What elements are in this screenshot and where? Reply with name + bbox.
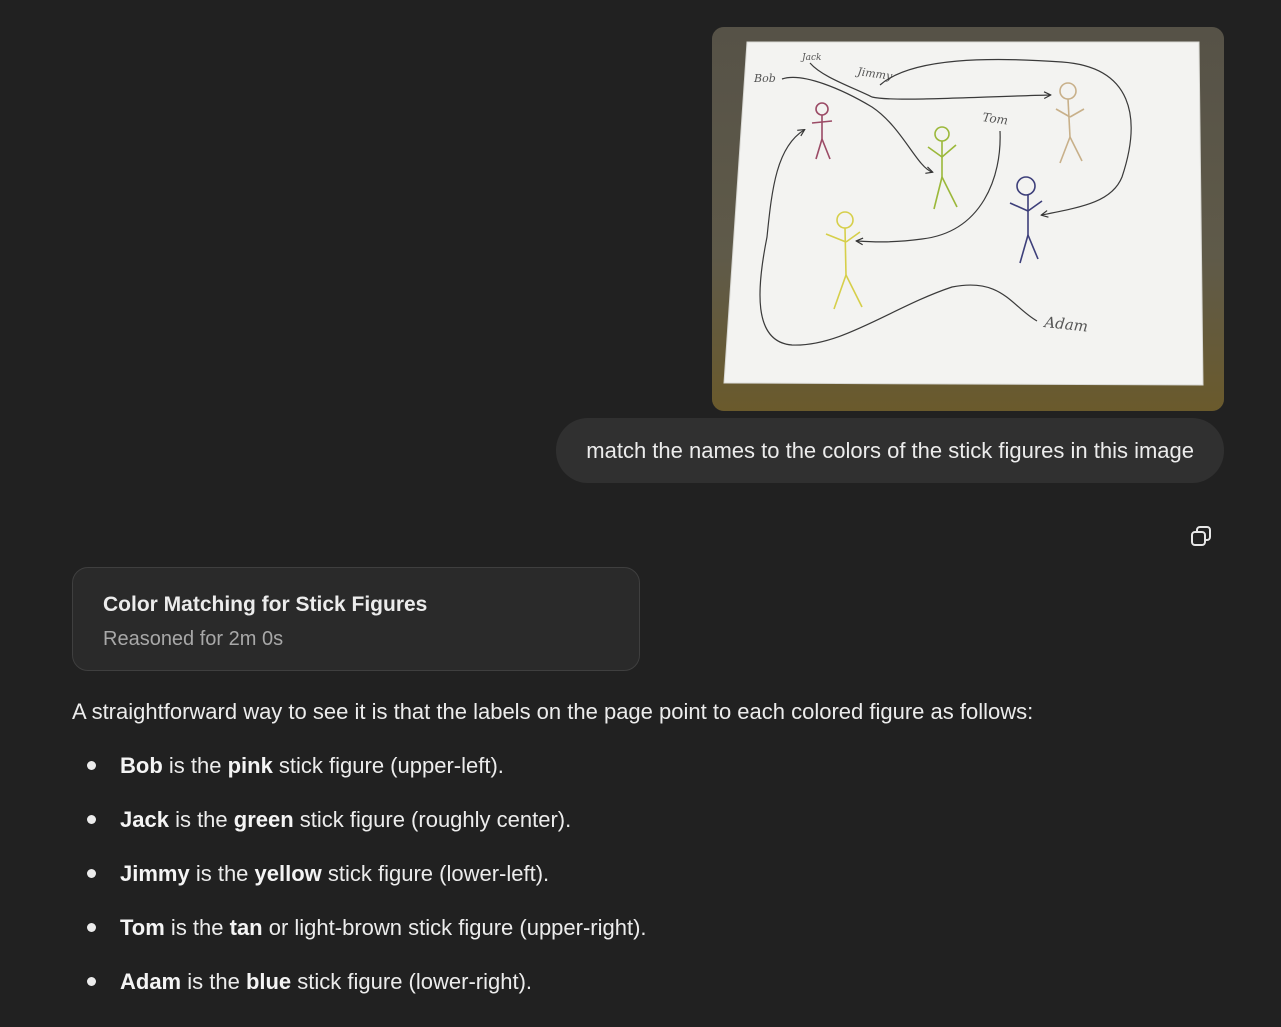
uploaded-image[interactable]: Bob Jack Jimmy Tom Adam bbox=[712, 27, 1224, 411]
copy-icon bbox=[1191, 526, 1211, 546]
list-item: Adam is the blue stick figure (lower-rig… bbox=[72, 964, 647, 1018]
figure-color: green bbox=[233, 807, 294, 832]
answer-intro: A straightforward way to see it is that … bbox=[72, 699, 1034, 724]
reasoning-summary-card[interactable]: Color Matching for Stick Figures Reasone… bbox=[72, 567, 640, 671]
figure-name: Jack bbox=[120, 807, 169, 832]
user-message-bubble: match the names to the colors of the sti… bbox=[556, 418, 1224, 483]
figure-color: yellow bbox=[254, 861, 322, 886]
figure-name: Jimmy bbox=[120, 861, 190, 886]
figure-name: Adam bbox=[120, 969, 182, 994]
list-item: Tom is the tan or light-brown stick figu… bbox=[72, 910, 647, 964]
list-item: Jimmy is the yellow stick figure (lower-… bbox=[72, 856, 647, 910]
label-bob: Bob bbox=[753, 72, 776, 85]
bullet-dot bbox=[87, 761, 96, 770]
list-item: Bob is the pink stick figure (upper-left… bbox=[72, 748, 647, 802]
figure-name: Bob bbox=[120, 753, 163, 778]
bullet-dot bbox=[87, 977, 96, 986]
stick-figure-drawing: Bob Jack Jimmy Tom Adam bbox=[712, 27, 1224, 411]
figure-color: pink bbox=[227, 753, 273, 778]
reasoning-title: Color Matching for Stick Figures bbox=[103, 593, 428, 616]
bullet-dot bbox=[87, 815, 96, 824]
bullet-dot bbox=[87, 923, 96, 932]
user-message-text: match the names to the colors of the sti… bbox=[586, 438, 1194, 463]
answer-list: Bob is the pink stick figure (upper-left… bbox=[72, 748, 647, 1018]
figure-name: Tom bbox=[120, 915, 165, 940]
copy-button[interactable] bbox=[1186, 521, 1216, 551]
list-item: Jack is the green stick figure (roughly … bbox=[72, 802, 647, 856]
bullet-dot bbox=[87, 869, 96, 878]
reasoning-duration: Reasoned for 2m 0s bbox=[103, 628, 284, 650]
chat-page: Bob Jack Jimmy Tom Adam match the names … bbox=[0, 0, 1281, 1027]
figure-color: tan bbox=[229, 915, 263, 940]
figure-color: blue bbox=[245, 969, 292, 994]
label-jack: Jack bbox=[800, 53, 821, 63]
